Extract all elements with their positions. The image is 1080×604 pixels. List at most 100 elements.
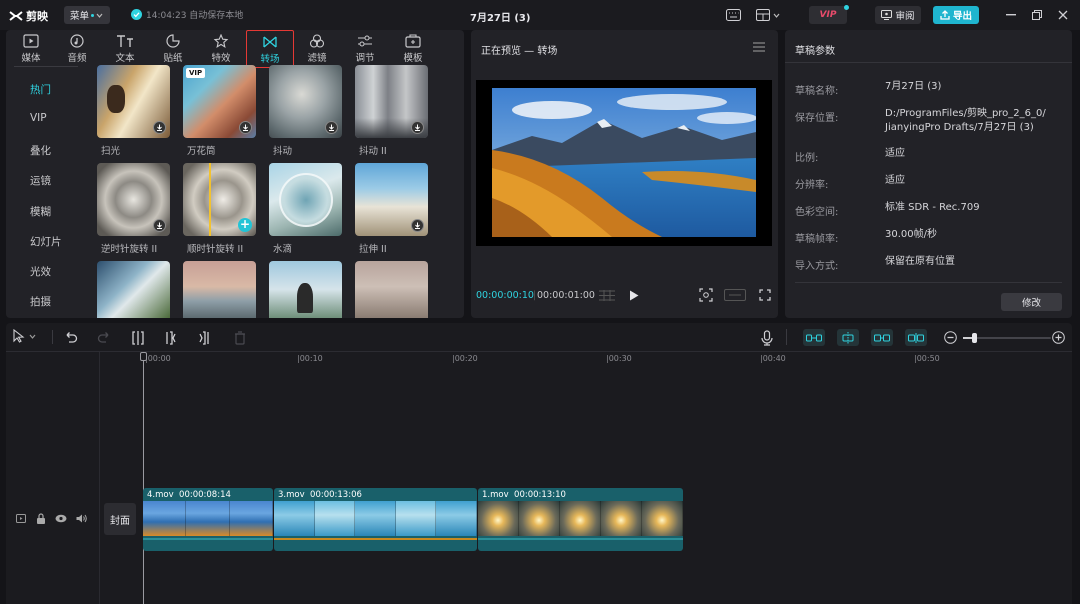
hamburger-icon[interactable] [753,42,765,52]
redo-icon[interactable] [96,330,112,346]
category-shooting[interactable]: 拍摄 [14,294,84,309]
transition-thumb-stretch-2[interactable] [355,163,428,236]
preview-title: 正在预览 — 转场 [481,46,558,57]
tab-sticker[interactable]: 贴纸 [150,34,196,68]
template-icon [405,34,421,48]
fit-screen-icon[interactable] [699,288,713,302]
microphone-icon[interactable] [759,330,775,346]
zoom-slider-handle[interactable] [972,333,977,343]
filter-icon [309,34,325,48]
tab-templates[interactable]: 模板 [390,34,436,68]
param-label-ratio: 比例: [795,153,819,164]
tab-transitions[interactable]: 转场 [246,30,294,68]
param-label-colorspace: 色彩空间: [795,207,839,218]
ruler-tick-50: |00:50 [914,354,940,363]
category-slideshow[interactable]: 幻灯片 [14,234,84,249]
edit-params-button[interactable]: 修改 [1001,293,1062,311]
menu-button[interactable]: 菜单 [64,6,110,24]
link-main-track-button[interactable] [803,329,825,346]
transition-thumb-water-drop[interactable] [269,163,342,236]
transition-label-shake: 抖动 [273,146,293,157]
delete-right-icon[interactable] [196,330,212,346]
export-button[interactable]: 导出 [933,6,979,24]
review-button[interactable]: 审阅 [875,6,921,24]
capcut-logo-icon [9,11,23,21]
upload-icon [940,10,950,20]
tab-filters[interactable]: 滤镜 [294,34,340,68]
play-icon[interactable] [629,290,639,301]
video-clip-4[interactable]: 4.mov 00:00:08:14 [143,488,273,551]
tab-effects[interactable]: 特效 [198,34,244,68]
transition-label-water-drop: 水滴 [273,244,293,255]
divider [785,62,1072,63]
video-clip-3[interactable]: 3.mov 00:00:13:06 [274,488,477,551]
layout-switch[interactable] [756,9,780,21]
delete-left-icon[interactable] [163,330,179,346]
clip-frames [143,501,273,536]
timeline-grid-icon[interactable] [599,290,615,301]
download-icon[interactable] [153,219,166,232]
add-icon[interactable]: + [238,218,252,232]
undo-icon[interactable] [63,330,79,346]
tab-adjust[interactable]: 调节 [342,34,388,68]
fullscreen-icon[interactable] [759,289,771,301]
preview-axis-button[interactable] [905,329,927,346]
category-dissolve[interactable]: 叠化 [14,143,84,158]
trash-icon[interactable] [232,330,248,346]
lock-icon[interactable] [36,513,46,524]
transition-thumb-cw-rotate[interactable]: + [183,163,256,236]
transition-thumb-kaleidoscope[interactable]: VIP [183,65,256,138]
download-icon[interactable] [325,121,338,134]
category-vip[interactable]: VIP [14,112,84,124]
category-blur[interactable]: 模糊 [14,204,84,219]
transition-thumb-shake-2[interactable] [355,65,428,138]
transition-thumb-sweep[interactable] [97,65,170,138]
time-separator: | [533,290,537,301]
transition-thumb-row3-1[interactable] [97,261,170,318]
zoom-out-icon[interactable] [944,331,957,344]
track-headers: 封面 [6,352,136,604]
zoom-slider[interactable] [963,333,1051,343]
transition-icon [263,36,277,48]
minimize-icon[interactable] [1006,14,1016,16]
param-value-framerate: 30.00帧/秒 [885,229,937,240]
playhead[interactable] [143,353,144,604]
maximize-icon[interactable] [1032,10,1042,20]
select-tool[interactable] [13,329,36,343]
category-light[interactable]: 光效 [14,264,84,279]
tab-audio[interactable]: 音频 [54,34,100,68]
category-hot[interactable]: 热门 [14,82,84,97]
vip-button[interactable]: VIP [809,5,849,24]
transition-thumb-ccw-rotate[interactable] [97,163,170,236]
linkage-button[interactable] [871,329,893,346]
tab-media[interactable]: 媒体 [8,34,54,68]
download-icon[interactable] [411,121,424,134]
tab-audio-label: 音频 [67,53,87,64]
category-camera-move[interactable]: 运镜 [14,173,84,188]
cover-button[interactable]: 封面 [104,503,136,535]
menu-dot [91,13,95,17]
menu-button-label: 菜单 [70,11,90,22]
eye-icon[interactable] [55,514,67,523]
video-track-icon[interactable] [16,514,26,523]
keyboard-icon[interactable] [726,9,741,21]
download-icon[interactable] [153,121,166,134]
video-clip-1[interactable]: 1.mov 00:00:13:10 [478,488,683,551]
magnet-snap-button[interactable] [837,329,859,346]
tab-transitions-label: 转场 [260,54,280,65]
download-icon[interactable] [239,121,252,134]
sticker-icon [166,34,180,48]
tab-text[interactable]: 文本 [102,34,148,68]
transition-thumb-shake[interactable] [269,65,342,138]
transition-thumb-row3-2[interactable] [183,261,256,318]
playhead-handle[interactable] [140,352,147,361]
download-icon[interactable] [411,219,424,232]
volume-icon[interactable] [76,514,87,523]
split-icon[interactable] [130,330,146,346]
transition-thumb-row3-4[interactable] [355,261,428,318]
check-circle-icon [131,9,142,20]
transition-thumb-row3-3[interactable] [269,261,342,318]
close-icon[interactable] [1058,10,1068,20]
ratio-icon[interactable] [724,289,746,301]
zoom-in-icon[interactable] [1052,331,1065,344]
